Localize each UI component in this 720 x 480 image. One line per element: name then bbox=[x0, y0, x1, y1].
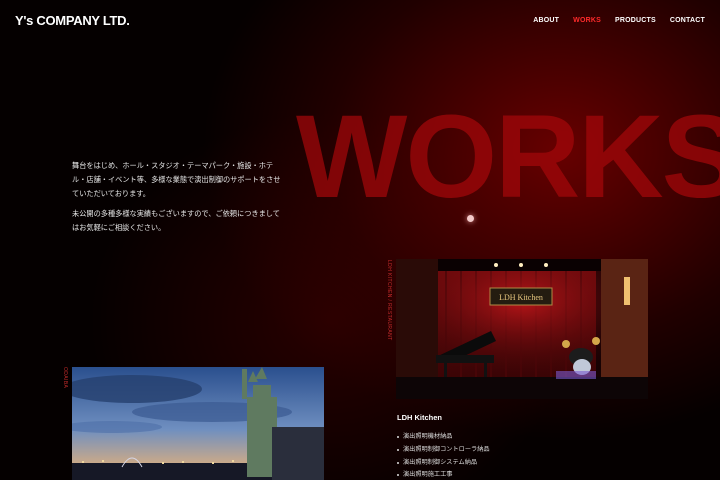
intro-text: 舞台をはじめ、ホール・スタジオ・テーマパーク・施設・ホテル・店舗・イベント等、多… bbox=[72, 159, 284, 235]
intro-paragraph-1: 舞台をはじめ、ホール・スタジオ・テーマパーク・施設・ホテル・店舗・イベント等、多… bbox=[72, 161, 281, 198]
odaiba-photo[interactable] bbox=[72, 367, 324, 480]
case-title[interactable]: LDH Kitchen bbox=[397, 413, 442, 422]
case-service-list: 演出照明機材納品 演出照明制御コントローラ納品 演出照明制御システム納品 演出照… bbox=[397, 431, 490, 480]
nav-contact[interactable]: CONTACT bbox=[670, 17, 705, 24]
intro-paragraph-2: 未公開の多種多様な実績もございますので、ご依頼につきましてはお気軽にご相談くださ… bbox=[72, 209, 280, 232]
nav-products[interactable]: PRODUCTS bbox=[615, 17, 656, 24]
list-item: 演出照明制御システム納品 bbox=[397, 457, 490, 470]
list-item: 演出照明制御コントローラ納品 bbox=[397, 444, 490, 457]
nav-works[interactable]: WORKS bbox=[573, 17, 601, 24]
ldh-kitchen-photo[interactable]: LDH Kitchen bbox=[396, 259, 648, 399]
nav-about[interactable]: ABOUT bbox=[533, 17, 559, 24]
main-nav: ABOUT WORKS PRODUCTS CONTACT bbox=[533, 17, 705, 24]
cursor-dot bbox=[467, 215, 474, 222]
list-item: 演出照明機材納品 bbox=[397, 431, 490, 444]
case-vertical-label: LDH KITCHEN / RESTAURANT bbox=[386, 260, 392, 341]
list-item: 演出照明施工工事 bbox=[397, 469, 490, 480]
company-logo[interactable]: Y's COMPANY LTD. bbox=[15, 13, 130, 28]
hero-title: WORKS bbox=[296, 91, 720, 223]
case-vertical-label: ODAIBA bbox=[62, 367, 68, 389]
svg-text:LDH Kitchen: LDH Kitchen bbox=[499, 293, 543, 302]
